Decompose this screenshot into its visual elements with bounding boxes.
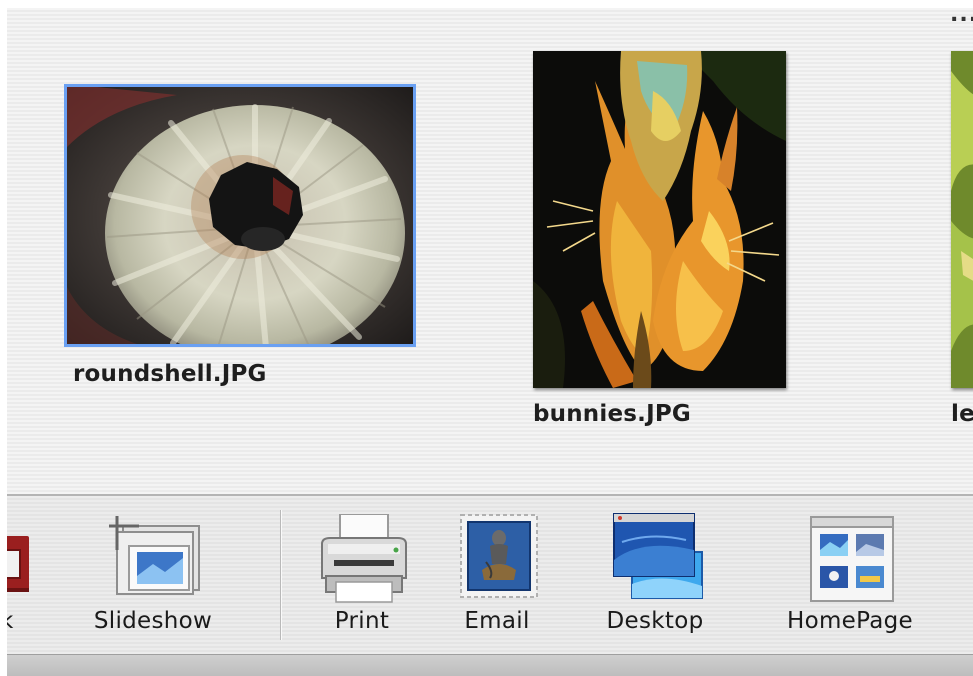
slideshow-button-label: Slideshow [93, 608, 213, 634]
photo-thumbnail-partial[interactable] [951, 51, 973, 388]
bunnies-image [533, 51, 786, 388]
email-button[interactable]: Email [442, 496, 552, 654]
print-button[interactable]: Print [310, 496, 414, 654]
window-top-strip [0, 0, 973, 8]
print-button-label: Print [334, 608, 390, 634]
book-icon [7, 536, 30, 600]
photo-thumbnail-roundshell[interactable] [64, 84, 416, 347]
partial-leaf-image [951, 51, 973, 388]
email-button-label: Email [464, 608, 530, 634]
window-left-edge [0, 0, 7, 676]
photo-thumbnail-bunnies[interactable] [533, 51, 786, 388]
homepage-button-label: HomePage [786, 608, 913, 634]
book-button[interactable]: k [7, 496, 40, 654]
book-button-label: k [7, 608, 30, 634]
desktop-button-label: Desktop [606, 608, 704, 634]
slideshow-button[interactable]: Slideshow [73, 496, 233, 654]
window-bottom-bar [7, 654, 973, 676]
email-stamp-icon [460, 514, 538, 602]
homepage-icon [810, 516, 894, 606]
photo-caption-partial[interactable]: le [951, 401, 973, 427]
desktop-picture-icon [612, 512, 704, 604]
toolbar-separator [280, 510, 281, 640]
homepage-button[interactable]: HomePage [762, 496, 938, 654]
slideshow-icon [109, 516, 203, 600]
roundshell-image [67, 87, 413, 344]
photo-browser[interactable]: ... [7, 8, 973, 494]
printer-icon [318, 513, 410, 608]
photo-caption-bunnies[interactable]: bunnies.JPG [533, 401, 691, 427]
bottom-toolbar: k Slideshow [7, 494, 973, 654]
photo-caption-roundshell[interactable]: roundshell.JPG [73, 361, 267, 387]
desktop-button[interactable]: Desktop [584, 496, 726, 654]
overflow-indicator: ... [950, 8, 973, 27]
